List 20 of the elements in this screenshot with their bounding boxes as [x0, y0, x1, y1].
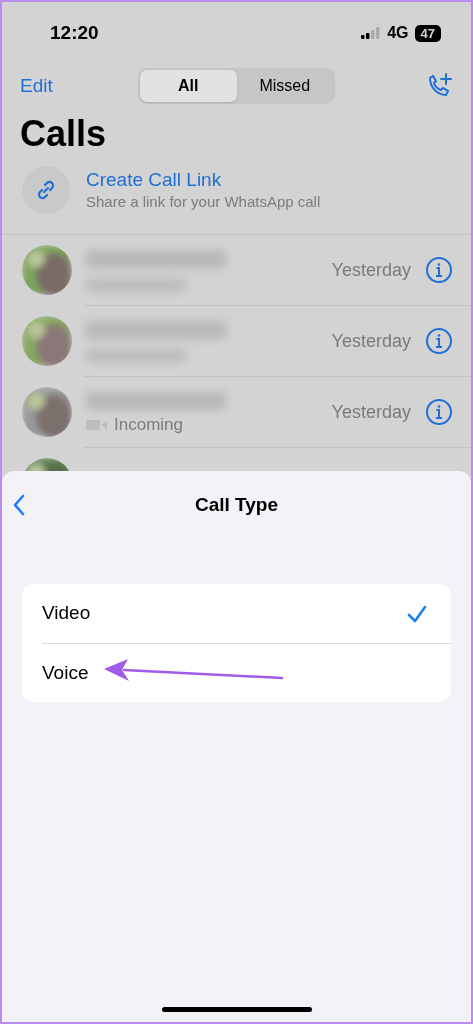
signal-icon: [361, 27, 382, 39]
call-time: Yesterday: [331, 400, 411, 424]
info-icon[interactable]: [425, 327, 453, 355]
info-icon[interactable]: [425, 256, 453, 284]
battery-indicator: 47: [414, 24, 441, 42]
network-label: 4G: [387, 23, 409, 43]
call-link-subtitle: Share a link for your WhatsApp call: [86, 192, 321, 212]
back-icon[interactable]: [12, 493, 26, 517]
link-icon: [36, 180, 56, 200]
segment-tab[interactable]: All: [140, 70, 237, 102]
segment-tab[interactable]: Missed: [236, 70, 333, 102]
call-time: Yesterday: [331, 258, 411, 282]
call-time: Yesterday: [331, 329, 411, 353]
info-icon[interactable]: [425, 398, 453, 426]
page-title: Calls: [19, 112, 108, 156]
sheet-title: Call Type: [194, 492, 279, 517]
option-label[interactable]: Voice: [42, 658, 89, 688]
status-time: 12:20: [50, 20, 99, 45]
option-label[interactable]: Video: [42, 599, 91, 628]
call-subtitle: Incoming: [114, 414, 183, 436]
